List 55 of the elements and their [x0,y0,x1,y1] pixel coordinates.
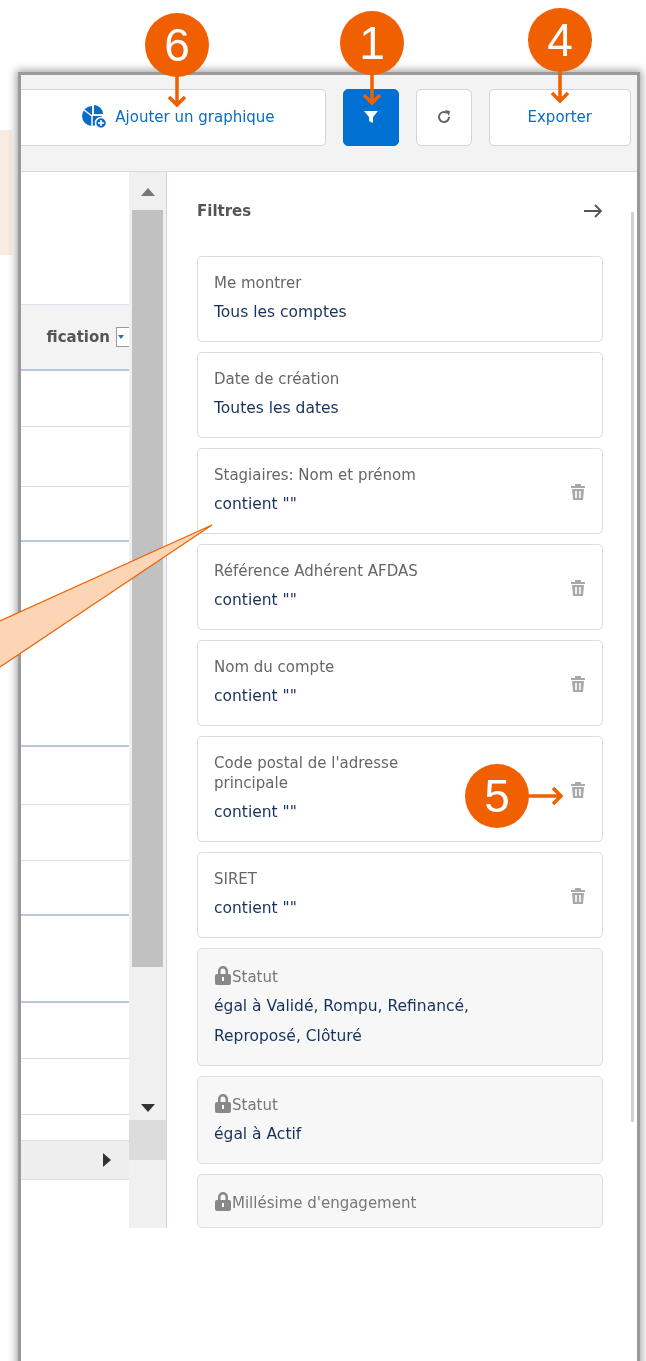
column-header[interactable]: fication [46,328,110,346]
filter-card[interactable]: Stagiaires: Nom et prénom contient "" [197,448,603,534]
filter-card[interactable]: Statut égal à Actif [197,1076,603,1164]
filter-card[interactable]: Statut égal à Validé, Rompu, Refinancé, Reproposé, Clôturé [197,948,603,1066]
step-number: 6 [145,13,209,77]
export-button[interactable]: Exporter [488,88,631,146]
filter-value: contient "" [214,898,297,919]
filter-value: contient "" [214,494,297,515]
step-number: 1 [340,11,404,75]
pointer-arrow [362,73,382,105]
filter-value: égal à Validé, Rompu, Refinancé, Reproposé, Clôturé [214,996,470,1047]
filter-label: Nom du compte [214,657,336,677]
trash-icon[interactable] [570,483,586,501]
filter-value: égal à Actif [214,1124,302,1145]
panel-title: Filtres [197,202,252,220]
filter-value: Tous les comptes [214,302,347,323]
scroll-down-icon[interactable] [140,1104,155,1112]
trash-icon[interactable] [570,579,586,597]
filter-label: Date de création [214,369,341,389]
refresh-button[interactable] [415,88,472,146]
filter-label: Référence Adhérent AFDAS [214,561,419,581]
pointer-arrow [527,786,563,806]
scroll-up-icon[interactable] [140,188,155,196]
collapse-arrow-icon[interactable] [583,204,603,218]
filter-card[interactable]: Nom du compte contient "" [197,640,603,726]
filter-button[interactable] [342,88,399,146]
scrollbar-corner [129,1120,166,1160]
filter-value: Toutes les dates [214,398,339,419]
filter-card[interactable]: Référence Adhérent AFDAS contient "" [197,544,603,630]
trash-icon[interactable] [570,887,586,905]
filter-label: Statut [232,1096,278,1114]
filter-value: contient "" [214,590,297,611]
filter-label: Stagiaires: Nom et prénom [214,465,417,485]
scrollbar-thumb[interactable] [132,210,163,967]
filter-card[interactable]: Me montrer Tous les comptes [197,256,603,342]
filter-label: Code postal de l'adresse principale [214,753,400,793]
filter-value: contient "" [214,686,297,707]
pointer-arrow [167,75,187,107]
trash-icon[interactable] [570,675,586,693]
filter-icon [362,109,379,125]
step-number: 4 [528,8,592,72]
pointer-arrow [550,70,570,103]
add-chart-button[interactable]: Ajouter un graphique [21,88,326,146]
filter-card[interactable]: Date de création Toutes les dates [197,352,603,438]
filter-card[interactable]: SIRET contient "" [197,852,603,938]
filter-label: SIRET [214,869,258,889]
filter-label: Millésime d'engagement [232,1194,417,1212]
scroll-right-icon[interactable] [103,1153,111,1167]
trash-icon[interactable] [570,781,586,799]
filter-card[interactable]: Millésime d'engagement [197,1174,603,1228]
filter-value: contient "" [214,802,297,823]
filter-label: Me montrer [214,273,303,293]
dropdown-icon[interactable] [116,327,129,347]
chart-icon [81,105,108,129]
filter-label: Statut [232,968,278,986]
